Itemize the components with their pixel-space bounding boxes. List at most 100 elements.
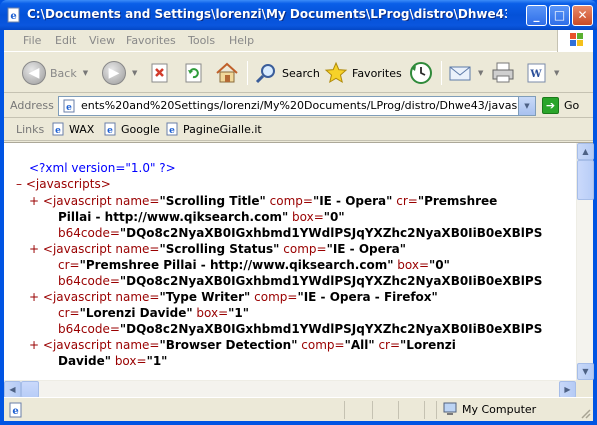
xml-entry-line: cr="Lorenzi Davide" box="1": [58, 305, 249, 321]
favorites-button[interactable]: Favorites: [324, 58, 402, 88]
attr-value: "DQo8c2NyaXB0IGxhbmd1YWdlPSJqYXZhc2NyaXB…: [119, 274, 543, 288]
menu-view[interactable]: View: [89, 34, 115, 47]
toolbar-separator: [247, 61, 248, 85]
svg-text:e: e: [10, 11, 16, 22]
attr-value: "IE - Opera - Firefox": [297, 290, 438, 304]
close-button[interactable]: ✕: [572, 5, 593, 26]
search-button[interactable]: Search: [254, 58, 320, 88]
mail-button[interactable]: ▼: [448, 58, 483, 88]
link-label: Google: [121, 122, 160, 136]
chevron-down-icon[interactable]: ▼: [518, 97, 535, 115]
go-button[interactable]: ➔ Go: [542, 97, 579, 114]
attr-value: "Premshree Pillai - http://www.qiksearch…: [79, 258, 394, 272]
attr-name: comp=: [301, 338, 345, 352]
attr-value: "Scrolling Title": [159, 194, 266, 208]
status-bar: e My Computer: [4, 397, 593, 421]
edit-button[interactable]: W ▼: [526, 58, 559, 88]
mail-icon: [449, 66, 471, 81]
menu-tools[interactable]: Tools: [188, 34, 215, 47]
attr-name: box=: [397, 258, 430, 272]
stop-button[interactable]: [150, 58, 170, 88]
maximize-button[interactable]: □: [549, 5, 570, 26]
status-pane: [344, 401, 372, 419]
menu-help[interactable]: Help: [229, 34, 254, 47]
xml-entry-line: + <javascript name="Browser Detection" c…: [29, 337, 456, 353]
xml-entry-line: + <javascript name="Type Writer" comp="I…: [29, 289, 438, 305]
windows-logo-icon: [557, 30, 593, 52]
element-open: <javascript: [42, 242, 112, 256]
forward-button[interactable]: ▶ ▼: [102, 58, 137, 88]
attr-value: "1": [228, 306, 250, 320]
scroll-up-button[interactable]: ▲: [577, 143, 594, 160]
xml-decl-text: <?xml version="1.0" ?>: [29, 161, 176, 175]
search-label: Search: [282, 66, 320, 80]
root-tag: <javascripts>: [25, 177, 111, 191]
attr-value: "All": [344, 338, 375, 352]
xml-root-line: – <javascripts>: [16, 176, 111, 192]
history-button[interactable]: [408, 58, 434, 88]
chevron-down-icon: ▼: [132, 69, 138, 77]
xml-document: <?xml version="1.0" ?> – <javascripts> +…: [4, 143, 576, 380]
refresh-button[interactable]: [184, 58, 204, 88]
attr-name: cr=: [58, 306, 80, 320]
forward-arrow-icon: ▶: [102, 61, 126, 85]
attr-name: name=: [115, 242, 160, 256]
expand-toggle[interactable]: +: [29, 338, 39, 352]
attr-value: "IE - Opera": [312, 194, 393, 208]
attr-value: "Type Writer": [159, 290, 251, 304]
attr-name: name=: [115, 290, 160, 304]
scrollbar-corner: [576, 380, 593, 397]
scroll-right-button[interactable]: ▶: [559, 381, 576, 398]
vertical-scroll-thumb[interactable]: [577, 160, 594, 200]
attr-value: "0": [323, 210, 345, 224]
refresh-icon: [185, 63, 202, 83]
home-button[interactable]: [214, 58, 240, 88]
link-google[interactable]: e Google: [103, 122, 160, 136]
link-paginegialle[interactable]: e PagineGialle.it: [165, 122, 262, 136]
horizontal-scrollbar[interactable]: ◀ ▶: [4, 380, 576, 398]
computer-icon: [443, 402, 457, 415]
xml-entry-line: + <javascript name="Scrolling Title" com…: [29, 193, 497, 209]
attr-name: b64code=: [58, 322, 120, 336]
xml-declaration: <?xml version="1.0" ?>: [29, 160, 176, 176]
print-button[interactable]: [490, 58, 516, 88]
back-button[interactable]: ◀ Back ▼: [22, 58, 88, 88]
scroll-left-button[interactable]: ◀: [4, 381, 21, 398]
word-edit-icon: W: [527, 63, 546, 83]
expand-toggle[interactable]: +: [29, 194, 39, 208]
favorites-label: Favorites: [352, 66, 402, 80]
attr-name: box=: [196, 306, 229, 320]
link-wax[interactable]: e WAX: [51, 122, 94, 136]
search-icon: [255, 64, 275, 84]
zone-label: My Computer: [462, 402, 537, 416]
title-bar[interactable]: e C:\Documents and Settings\lorenzi\My D…: [0, 0, 597, 30]
attr-value: "Scrolling Status": [159, 242, 280, 256]
xml-entry-line: cr="Premshree Pillai - http://www.qiksea…: [58, 257, 450, 273]
address-input[interactable]: e ents%20and%20Settings/lorenzi/My%20Doc…: [58, 96, 536, 116]
horizontal-scroll-thumb[interactable]: [21, 381, 39, 398]
browser-window: e C:\Documents and Settings\lorenzi\My D…: [0, 0, 597, 425]
element-open: <javascript: [42, 338, 112, 352]
expand-toggle[interactable]: +: [29, 242, 39, 256]
expand-toggle[interactable]: +: [29, 290, 39, 304]
attr-name: comp=: [269, 194, 313, 208]
attr-name: cr=: [58, 258, 80, 272]
resize-grip-icon[interactable]: [579, 407, 591, 419]
ie-page-icon: e: [7, 7, 20, 23]
attr-name: name=: [115, 338, 160, 352]
go-label: Go: [564, 99, 580, 112]
menu-edit[interactable]: Edit: [55, 34, 76, 47]
print-icon: [492, 62, 514, 83]
vertical-scrollbar[interactable]: ▲ ▼: [576, 143, 594, 380]
links-label: Links: [16, 123, 45, 136]
collapse-toggle[interactable]: –: [16, 177, 22, 191]
scroll-down-button[interactable]: ▼: [577, 363, 594, 380]
minimize-button[interactable]: _: [526, 5, 547, 26]
attr-name: name=: [115, 194, 160, 208]
menu-file[interactable]: File: [23, 34, 41, 47]
menu-favorites[interactable]: Favorites: [126, 34, 176, 47]
attr-name: b64code=: [58, 226, 120, 240]
chevron-down-icon: ▼: [82, 69, 89, 77]
attr-value: "1": [146, 354, 168, 368]
attr-name: comp=: [283, 242, 327, 256]
